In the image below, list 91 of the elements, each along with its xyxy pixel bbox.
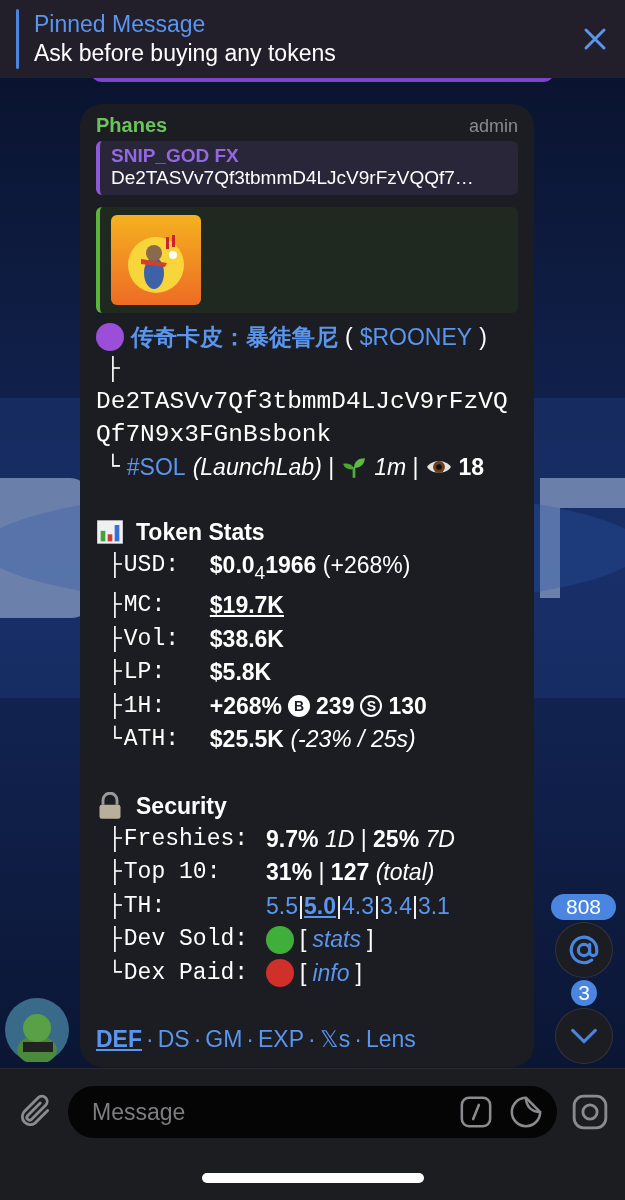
separator-dot: · xyxy=(246,1026,255,1054)
value-text: 1m | xyxy=(374,453,419,482)
tree-branch: ├ xyxy=(108,925,123,955)
section-title: Security xyxy=(136,791,227,821)
at-sign-icon xyxy=(567,933,601,967)
reply-author: SNIP_GOD FX xyxy=(111,145,240,167)
role-label: admin xyxy=(468,116,518,137)
link[interactable]: 5.5 xyxy=(266,889,299,924)
value-text: +268% xyxy=(209,691,283,721)
pinned-message-bar[interactable]: Pinned Message Ask before buying any tokens xyxy=(0,0,625,78)
value-text: | xyxy=(298,891,304,921)
link[interactable]: 5.0 xyxy=(304,889,336,924)
link[interactable]: info xyxy=(312,956,350,991)
value-text: (LaunchLab) | xyxy=(192,453,335,482)
stat-label: Top 10: xyxy=(123,858,222,888)
value-text: | xyxy=(373,891,380,921)
value-text: 239 xyxy=(316,691,355,721)
token-name-link[interactable]: 传奇卡皮：暴徒鲁尼 xyxy=(131,321,338,353)
tree-branch: └ xyxy=(108,958,123,988)
link[interactable]: stats xyxy=(312,923,361,957)
sender-name[interactable]: Phanes xyxy=(96,114,168,137)
separator-dot: · xyxy=(354,1026,362,1054)
link[interactable]: $ROONEY xyxy=(359,321,473,353)
mention-count-badge: 808 xyxy=(551,894,616,920)
stat-label: MC: xyxy=(123,591,167,621)
token-address: De2TASVv7Qf3tbmmD4LJcV9rFzVQQf7N9x3FGnBsbonk xyxy=(96,387,509,450)
separator-dot: · xyxy=(193,1026,202,1054)
tree-branch: ├ xyxy=(108,824,123,854)
footer-link[interactable]: DEF xyxy=(96,1026,142,1054)
tree-branch: ├ xyxy=(108,624,123,654)
link[interactable]: 3.4 xyxy=(379,889,412,924)
value-text: 31% | 127 (total) xyxy=(266,858,435,888)
stat-label: TH: xyxy=(123,891,167,921)
value-text: $38.6K xyxy=(209,624,284,654)
tree-branch: ├ xyxy=(105,355,120,384)
message-field[interactable]: Message xyxy=(68,1086,557,1138)
tree-branch: ├ xyxy=(108,551,123,580)
value-text: | xyxy=(336,891,342,921)
stat-label: Vol: xyxy=(123,624,181,654)
value-text: $0.0$_{4}$1966 (+268%) xyxy=(209,551,411,585)
tree-branch: └ xyxy=(105,452,120,482)
stat-label: 1H: xyxy=(123,691,167,721)
bar-chart-icon xyxy=(96,518,124,546)
stat-label: LP: xyxy=(123,658,167,688)
close-icon[interactable] xyxy=(583,27,607,51)
link[interactable]: #SOL xyxy=(126,451,186,483)
coin-badge: B xyxy=(288,695,311,718)
stat-label: Dev Sold: xyxy=(123,925,250,955)
value-text: [ xyxy=(300,958,307,988)
value-text: ) xyxy=(479,323,487,352)
message-input-field[interactable]: Message xyxy=(90,1097,443,1127)
value-text: $5.8K xyxy=(209,658,272,688)
reply-text: De2TASVv7Qf3tbmmD4LJcV9rFzVQQf7… xyxy=(111,167,475,189)
stat-label: Dex Paid: xyxy=(123,958,250,988)
section-title: Token Stats xyxy=(136,518,265,547)
stat-label: Freshies: xyxy=(123,824,250,854)
value-text: 18 xyxy=(458,453,485,482)
separator-dot: · xyxy=(308,1026,316,1054)
value-text: [ xyxy=(300,925,307,955)
value-text: ] xyxy=(367,925,374,955)
link[interactable]: 3.1 xyxy=(417,889,450,924)
footer-link[interactable]: GM xyxy=(205,1026,243,1054)
tree-branch: ├ xyxy=(108,891,123,921)
reply-quote[interactable]: SNIP_GOD FX De2TASVv7Qf3tbmmD4LJcV9rFzVQQf7… xyxy=(96,141,518,195)
sticker-icon[interactable] xyxy=(509,1095,543,1129)
footer-link[interactable]: EXP xyxy=(258,1026,305,1054)
camera-icon[interactable] xyxy=(571,1093,609,1131)
coin-badge: S xyxy=(360,695,383,718)
slash-command-icon[interactable] xyxy=(459,1095,493,1129)
pinned-title: Pinned Message xyxy=(34,11,207,38)
footer-link[interactable]: Lens xyxy=(365,1026,416,1054)
value-link[interactable]: $19.7K xyxy=(209,589,284,623)
separator-dot: · xyxy=(146,1026,154,1054)
value-text: | xyxy=(411,891,418,921)
tree-branch: ├ xyxy=(108,658,123,688)
tree-branch: └ xyxy=(108,724,123,755)
footer-link[interactable]: 𝕏s xyxy=(319,1026,351,1054)
value-text: ( xyxy=(345,323,353,352)
value-text: ] xyxy=(355,958,362,988)
tree-branch: ├ xyxy=(108,858,123,888)
value-text: $25.5K (-23% / 25s) xyxy=(209,725,416,755)
tree-branch: ├ xyxy=(108,691,123,721)
stat-label: ATH: xyxy=(123,725,181,755)
stat-label: USD: xyxy=(123,551,181,580)
tree-branch: ├ xyxy=(108,591,123,621)
link[interactable]: 4.3 xyxy=(342,889,374,924)
avatar-icon[interactable] xyxy=(5,998,69,1062)
value-text: 9.7% 1D | 25% 7D xyxy=(266,824,455,854)
footer-link[interactable]: DS xyxy=(157,1026,190,1054)
pinned-text: Ask before buying any tokens xyxy=(34,40,337,67)
value-text: 130 xyxy=(388,691,427,721)
